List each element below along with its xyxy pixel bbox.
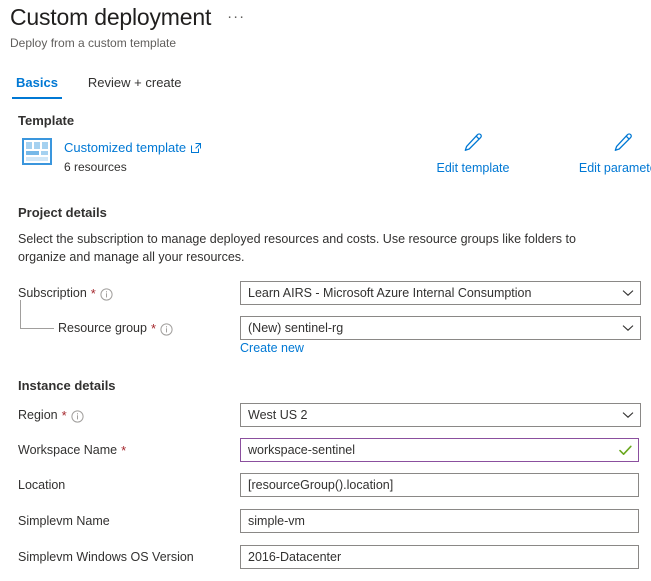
location-value: [resourceGroup().location] [248,478,394,492]
customized-template-link[interactable]: Customized template [64,139,202,156]
subscription-row: Subscription * Learn AIRS - Microsoft Az… [18,281,641,305]
resource-group-dropdown[interactable]: (New) sentinel-rg [240,316,641,340]
simplevm-name-input[interactable]: simple-vm [240,509,639,533]
tab-review-create[interactable]: Review + create [84,72,186,99]
simplevm-os-version-value: 2016-Datacenter [248,550,342,564]
template-edit-actions: Edit template Edit parameters [425,132,651,176]
simplevm-os-version-label: Simplevm Windows OS Version [18,545,194,569]
tab-bar: Basics Review + create [12,72,186,99]
edit-parameters-button[interactable]: Edit parameters [575,132,651,176]
page-header: Custom deployment ··· Deploy from a cust… [10,2,651,51]
template-grid-icon [22,138,52,165]
workspace-name-value: workspace-sentinel [248,443,355,457]
chevron-down-icon [622,411,634,419]
required-asterisk: * [61,407,67,423]
simplevm-name-value: simple-vm [248,514,305,528]
create-new-resource-group-link[interactable]: Create new [240,340,304,356]
region-label: Region * [18,403,84,427]
simplevm-os-version-label-text: Simplevm Windows OS Version [18,550,194,564]
title-row: Custom deployment ··· [10,2,651,32]
location-input[interactable]: [resourceGroup().location] [240,473,639,497]
template-text: Customized template 6 resources [64,138,202,175]
simplevm-name-row: Simplevm Name simple-vm [18,509,639,533]
chevron-down-icon [622,324,634,332]
resource-group-value: (New) sentinel-rg [248,321,344,335]
workspace-name-label-text: Workspace Name [18,443,118,457]
subscription-label: Subscription * [18,281,113,305]
edit-template-label: Edit template [436,161,510,175]
resource-group-label: Resource group * [58,316,173,340]
required-asterisk: * [150,320,157,336]
subscription-label-text: Subscription [18,286,87,300]
location-label: Location [18,473,65,497]
simplevm-os-version-row: Simplevm Windows OS Version 2016-Datacen… [18,545,639,569]
workspace-name-input[interactable]: workspace-sentinel [240,438,639,462]
info-icon[interactable] [100,287,113,301]
tab-basics[interactable]: Basics [12,72,62,99]
pencil-icon [613,132,634,153]
region-label-text: Region [18,408,58,422]
more-menu-button[interactable]: ··· [225,9,247,24]
valid-check-icon [619,445,632,456]
simplevm-os-version-input[interactable]: 2016-Datacenter [240,545,639,569]
region-row: Region * West US 2 [18,403,641,427]
region-dropdown[interactable]: West US 2 [240,403,641,427]
resource-group-row: Resource group * (New) sentinel-rg [18,316,641,340]
chevron-down-icon [622,289,634,297]
customized-template-label: Customized template [64,140,187,155]
template-resource-count: 6 resources [64,160,127,174]
pencil-icon [463,132,484,153]
subscription-dropdown[interactable]: Learn AIRS - Microsoft Azure Internal Co… [240,281,641,305]
edit-parameters-label: Edit parameters [578,161,651,175]
simplevm-name-label-text: Simplevm Name [18,514,110,528]
location-label-text: Location [18,478,66,492]
workspace-name-label: Workspace Name * [18,438,126,462]
template-summary: Customized template 6 resources [22,138,202,175]
required-asterisk: * [90,285,96,301]
edit-template-button[interactable]: Edit template [425,132,521,176]
location-row: Location [resourceGroup().location] [18,473,639,497]
simplevm-name-label: Simplevm Name [18,509,110,533]
template-section-heading: Template [18,113,75,128]
resource-group-label-text: Resource group [58,321,147,335]
page-subtitle: Deploy from a custom template [10,36,177,50]
required-asterisk: * [121,442,127,458]
subscription-value: Learn AIRS - Microsoft Azure Internal Co… [248,286,532,300]
region-value: West US 2 [248,408,308,422]
instance-details-heading: Instance details [18,378,116,393]
project-details-heading: Project details [18,205,107,220]
info-icon[interactable] [71,409,84,423]
project-details-description: Select the subscription to manage deploy… [18,232,576,264]
workspace-name-row: Workspace Name * workspace-sentinel [18,438,639,462]
page-title: Custom deployment [10,4,212,30]
info-icon[interactable] [160,322,173,336]
external-link-icon [191,142,202,153]
